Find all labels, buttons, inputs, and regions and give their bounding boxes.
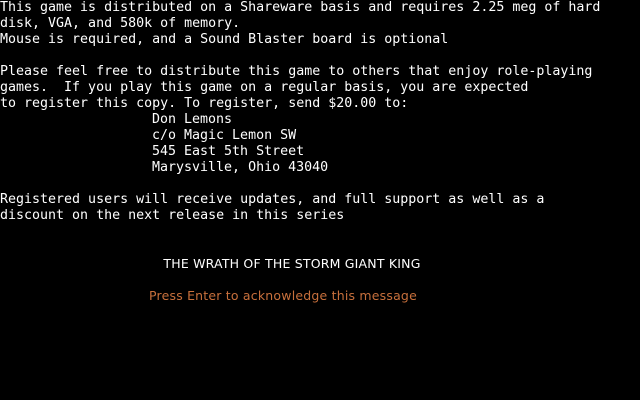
address-line: c/o Magic Lemon SW [152,128,297,143]
notice-line: Mouse is required, and a Sound Blaster b… [0,32,449,47]
notice-line: This game is distributed on a Shareware … [0,0,601,15]
notice-line: games. If you play this game on a regula… [0,80,529,95]
address-line: Marysville, Ohio 43040 [152,160,329,175]
notice-line: discount on the next release in this ser… [0,208,345,223]
address-line: Don Lemons [152,112,233,127]
shareware-notice-screen: This game is distributed on a Shareware … [0,0,640,400]
address-line: 545 East 5th Street [152,144,305,159]
notice-line: to register this copy. To register, send… [0,96,409,111]
press-enter-prompt[interactable]: Press Enter to acknowledge this message [0,288,566,304]
notice-line: disk, VGA, and 580k of memory. [0,16,241,31]
game-title: THE WRATH OF THE STORM GIANT KING [163,256,421,271]
notice-line: Please feel free to distribute this game… [0,64,593,79]
notice-line: Registered users will receive updates, a… [0,192,545,207]
